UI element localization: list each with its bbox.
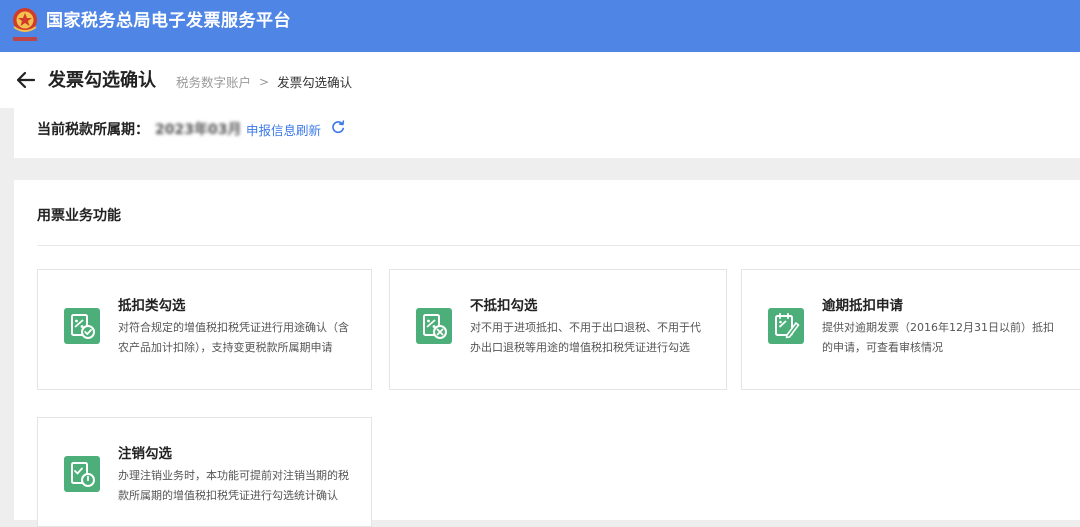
- card-title: 不抵扣勾选: [470, 298, 538, 314]
- card-description: 对符合规定的增值税扣税凭证进行用途确认（含农产品加计扣除），支持变更税款所属期申…: [118, 321, 349, 354]
- page-header: 发票勾选确认 税务数字账户 > 发票勾选确认: [0, 52, 1080, 108]
- refresh-icon[interactable]: [330, 119, 346, 135]
- page-title: 发票勾选确认: [48, 70, 156, 91]
- deduction-select-card[interactable]: 抵扣类勾选 对符合规定的增值税扣税凭证进行用途确认（含农产品加计扣除），支持变更…: [37, 269, 372, 390]
- card-title: 逾期抵扣申请: [822, 298, 903, 314]
- breadcrumb-item-tax-account[interactable]: 税务数字账户: [176, 72, 251, 91]
- deduction-select-icon: [64, 308, 100, 344]
- breadcrumb-item-current: 发票勾选确认: [277, 75, 353, 90]
- card-description: 办理注销业务时，本功能可提前对注销当期的税款所属期的增值税扣税凭证进行勾选统计确…: [118, 469, 349, 502]
- non-deduction-select-card[interactable]: 不抵扣勾选 对不用于进项抵扣、不用于出口退税、不用于代办出口退税等用途的增值税扣…: [389, 269, 727, 390]
- ticket-functions-panel: 用票业务功能 抵扣类勾选 对符合规定的增值税扣税凭证进行用途确认（含农产品加计扣…: [14, 180, 1080, 527]
- app-title: 国家税务总局电子发票服务平台: [46, 11, 291, 31]
- back-arrow-icon[interactable]: [14, 68, 38, 92]
- card-title: 抵扣类勾选: [118, 298, 186, 314]
- card-description: 提供对逾期发票（2016年12月31日以前）抵扣的申请，可查看审核情况: [822, 321, 1054, 354]
- cancellation-select-icon: [64, 456, 100, 492]
- tax-period-value: 2023年03月: [155, 122, 242, 138]
- tax-period-label: 当前税款所属期：: [37, 122, 149, 138]
- breadcrumb: 税务数字账户 > 发票勾选确认: [176, 72, 352, 91]
- refresh-declaration-link[interactable]: 申报信息刷新: [246, 120, 321, 139]
- tax-emblem-icon: [13, 8, 37, 41]
- section-title: 用票业务功能: [37, 208, 121, 224]
- non-deduction-select-icon: [416, 308, 452, 344]
- card-title: 注销勾选: [118, 446, 172, 462]
- card-description: 对不用于进项抵扣、不用于出口退税、不用于代办出口退税等用途的增值税扣税凭证进行勾…: [470, 321, 701, 354]
- section-divider: [37, 245, 1080, 246]
- overdue-application-card[interactable]: 逾期抵扣申请 提供对逾期发票（2016年12月31日以前）抵扣的申请，可查看审核…: [741, 269, 1080, 390]
- cancellation-select-card[interactable]: 注销勾选 办理注销业务时，本功能可提前对注销当期的税款所属期的增值税扣税凭证进行…: [37, 417, 372, 527]
- breadcrumb-separator: >: [259, 74, 270, 89]
- overdue-application-icon: [768, 308, 804, 344]
- tax-period-card: 当前税款所属期： 2023年03月 申报信息刷新: [14, 108, 1080, 158]
- top-header: 国家税务总局电子发票服务平台: [0, 0, 1080, 52]
